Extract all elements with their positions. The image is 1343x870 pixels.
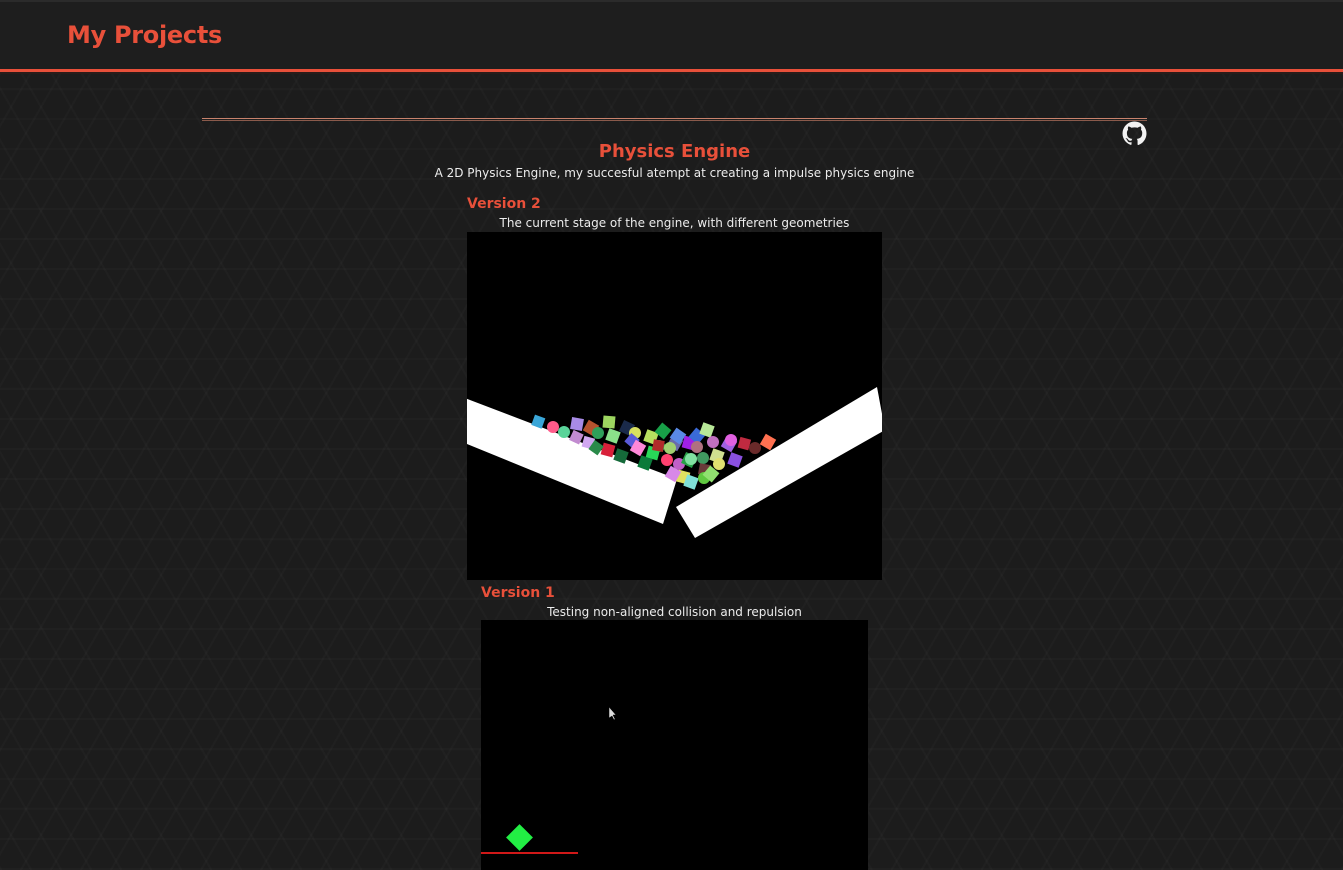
version-1-description: Testing non-aligned collision and repuls…: [547, 605, 802, 619]
site-title[interactable]: My Projects: [67, 21, 222, 49]
v1-floor: [481, 852, 578, 854]
version-2-title: Version 2: [467, 196, 541, 212]
v1-body: [506, 824, 533, 851]
section-divider: [202, 118, 1147, 119]
version-1-simulation[interactable]: [481, 620, 868, 870]
version-1-title: Version 1: [481, 585, 555, 601]
version-1-simulation-canvas: [481, 706, 617, 854]
project-title: Physics Engine: [598, 141, 751, 162]
top-bar: My Projects: [0, 0, 1343, 69]
project-description: A 2D Physics Engine, my succesful atempt…: [434, 166, 915, 180]
version-2-description: The current stage of the engine, with di…: [499, 216, 850, 230]
version-2-simulation-canvas: [467, 387, 882, 538]
mouse-cursor-icon: [608, 706, 617, 721]
header-shadow-line: [0, 72, 1343, 74]
version-2-simulation[interactable]: [467, 232, 882, 580]
